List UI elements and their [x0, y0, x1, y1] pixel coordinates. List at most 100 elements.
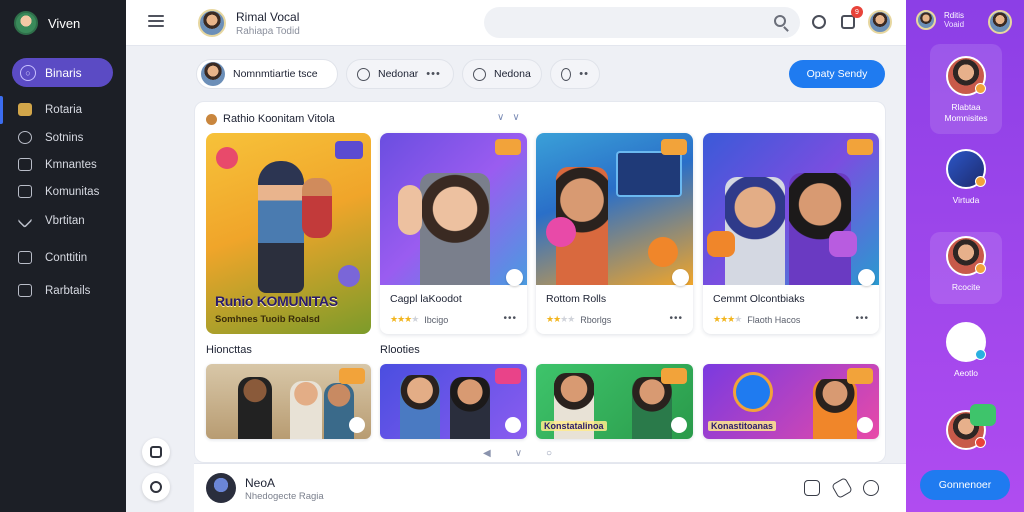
search-input[interactable] — [484, 7, 800, 38]
inbox-icon — [18, 251, 32, 264]
bookmark-button[interactable] — [142, 438, 170, 466]
avatar[interactable] — [206, 473, 236, 503]
member-item[interactable]: Aeotlo — [930, 322, 1002, 379]
featured-illustration — [258, 161, 304, 293]
featured-title: Runio KOMUNITAS — [215, 293, 338, 309]
panel-controls[interactable]: ∨ ∨ — [497, 112, 520, 123]
play-icon[interactable] — [505, 417, 521, 433]
sidebar-item-label: Kmnantes — [45, 158, 97, 171]
chip-label: Nomnmtiartie tsce — [233, 68, 318, 80]
folder-icon — [18, 103, 32, 116]
previous-icon[interactable]: ◀ — [483, 448, 491, 459]
featured-subtitle: Somhnes Tuoib Roalsd — [215, 314, 320, 325]
avatar — [201, 62, 225, 86]
card-meta-text: Ibcigo — [424, 314, 449, 325]
menu-icon[interactable] — [148, 15, 164, 27]
avatar — [946, 236, 986, 276]
member-label: Aeotlo — [953, 368, 979, 378]
card-thumbnail — [380, 133, 527, 285]
chip-community[interactable]: Nomnmtiartie tsce — [196, 59, 338, 89]
more-icon[interactable]: ••• — [669, 313, 683, 324]
community-icon — [206, 113, 217, 125]
sidebar-item-7[interactable]: Rarbtails — [18, 284, 90, 297]
help-button[interactable] — [142, 473, 170, 501]
play-icon[interactable] — [349, 417, 365, 433]
chat-icon — [357, 67, 370, 81]
panel-header: Rathio Koonitam Vitola — [206, 113, 335, 125]
chat-icon[interactable] — [970, 404, 996, 426]
sidebar-item-active[interactable]: ○ Binaris — [12, 58, 113, 87]
notification-count: 9 — [851, 6, 863, 18]
member-item[interactable]: Virtuda — [930, 149, 1002, 206]
panel-title: Rathio Koonitam Vitola — [223, 113, 335, 125]
decoration — [338, 265, 360, 287]
video-card[interactable]: Cagpl laKoodot ★★★★ Ibcigo ••• — [380, 133, 527, 334]
rating-stars: ★★★★ — [713, 314, 742, 324]
emoji-icon[interactable] — [804, 480, 820, 496]
chevron-down-icon[interactable]: ∨ — [512, 112, 519, 123]
sidebar-item-4[interactable]: Komunitas — [18, 185, 99, 198]
user-name: Rimal Vocal — [236, 9, 300, 24]
more-icon: •• — [579, 68, 589, 80]
chevron-down-icon[interactable]: ∨ — [497, 112, 504, 123]
sidebar-item-label: Binaris — [45, 65, 82, 80]
circle-icon — [561, 67, 572, 81]
current-user[interactable]: Rimal Vocal Rahiapa Todid — [198, 9, 300, 37]
create-button[interactable]: Opaty Sendy — [789, 60, 885, 88]
video-card[interactable]: Cemmt Olcontbiaks ★★★★ Flaoth Hacos ••• — [703, 133, 879, 334]
card-badge — [339, 368, 365, 384]
video-thumbnail[interactable] — [206, 364, 371, 439]
tag-badge — [335, 141, 363, 159]
thumbnail-caption: Konstatalinoa — [541, 421, 607, 431]
sidebar-item-label: Rotaria — [45, 103, 83, 116]
card-badge — [661, 139, 687, 155]
share-icon[interactable] — [831, 477, 853, 499]
chevron-down-icon[interactable]: ∨ — [515, 448, 522, 459]
card-meta: ★★★★ Flaoth Hacos — [713, 314, 800, 325]
smile-icon — [473, 67, 486, 81]
featured-card[interactable]: Runio KOMUNITAS Somhnes Tuoib Roalsd — [206, 133, 371, 334]
notifications-button[interactable]: 9 — [838, 6, 863, 32]
sidebar-selection-marker — [0, 96, 3, 124]
more-icon[interactable]: ••• — [855, 313, 869, 324]
sidebar-item-3[interactable]: Kmnantes — [18, 158, 97, 171]
sidebar-item-5[interactable]: Vbrtitan — [17, 212, 85, 229]
video-card[interactable]: Rottom Rolls ★★★★ Rborlgs ••• — [536, 133, 693, 334]
profile-avatar[interactable] — [988, 10, 1012, 34]
card-title: Rottom Rolls — [546, 293, 607, 305]
profile-avatar[interactable] — [868, 10, 892, 34]
video-thumbnail[interactable]: Konstatalinoa — [536, 364, 693, 439]
avatar — [198, 9, 226, 37]
chip-second[interactable]: Nedonar ••• — [346, 59, 454, 89]
next-icon[interactable]: ○ — [546, 448, 552, 459]
share-icon[interactable] — [672, 269, 689, 286]
chip-third[interactable]: Nedona — [462, 59, 542, 89]
share-icon[interactable] — [506, 269, 523, 286]
featured-illustration — [302, 178, 332, 238]
avatar — [946, 56, 986, 96]
decoration — [216, 147, 238, 169]
chip-options[interactable]: •• — [550, 59, 600, 89]
more-icon[interactable]: ••• — [503, 313, 517, 324]
member-item[interactable]: Rcocite — [930, 236, 1002, 293]
favorite-icon[interactable] — [671, 417, 687, 433]
member-label: Virtuda — [952, 195, 980, 205]
member-label: Rcocite — [951, 282, 981, 292]
member-item[interactable]: Rlabtaa Momnisites — [930, 56, 1002, 124]
brand[interactable]: Viven — [14, 11, 80, 35]
right-panel-header[interactable]: Rditis Voaid — [916, 10, 964, 30]
content-panel: Rathio Koonitam Vitola ∨ ∨ Runio KOMUNIT… — [194, 101, 886, 463]
close-icon[interactable] — [857, 417, 873, 433]
chip-label: Nedona — [494, 68, 531, 80]
sidebar-item-6[interactable]: Conttitin — [18, 251, 87, 264]
settings-button[interactable] — [809, 12, 829, 32]
video-thumbnail[interactable] — [380, 364, 527, 439]
sidebar-item-1[interactable]: Rotaria — [18, 103, 82, 116]
video-thumbnail[interactable]: Konastitoanas — [703, 364, 879, 439]
sidebar-item-2[interactable]: Sotnins — [18, 131, 83, 144]
share-icon[interactable] — [858, 269, 875, 286]
connect-button[interactable]: Gonnenoer — [920, 470, 1010, 500]
smile-icon[interactable] — [863, 480, 879, 496]
card-meta: ★★★★ Ibcigo — [390, 314, 448, 325]
rating-stars: ★★★★ — [390, 314, 419, 324]
